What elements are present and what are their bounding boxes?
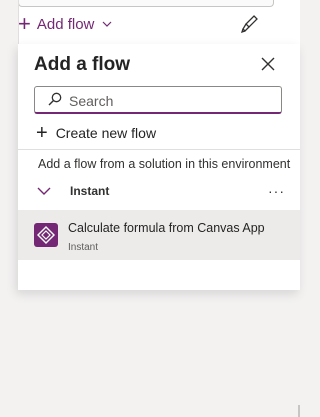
power-apps-icon: [34, 223, 58, 247]
chevron-down-icon: [102, 21, 112, 27]
search-box[interactable]: [34, 86, 282, 114]
flyout-title: Add a flow: [34, 54, 131, 75]
divider: [18, 149, 300, 150]
group-header-instant[interactable]: Instant: [36, 180, 300, 202]
left-panel: [0, 0, 19, 290]
plus-icon: +: [18, 11, 31, 36]
brush-icon[interactable]: [240, 14, 260, 34]
add-flow-button[interactable]: + Add flow: [18, 13, 112, 35]
flow-item[interactable]: Calculate formula from Canvas App Instan…: [18, 210, 300, 417]
create-new-flow-label: Create new flow: [55, 125, 157, 141]
chevron-down-icon: [37, 187, 51, 195]
formula-bar-strip: [18, 0, 274, 7]
more-icon[interactable]: ···: [268, 183, 285, 199]
scrollbar-thumb[interactable]: [298, 405, 300, 417]
close-icon[interactable]: [260, 56, 276, 72]
add-flow-label: Add flow: [36, 15, 95, 33]
search-input[interactable]: [67, 90, 277, 112]
flow-type: Instant: [68, 242, 99, 253]
section-label: Add a flow from a solution in this envir…: [38, 157, 291, 171]
group-label: Instant: [70, 184, 110, 198]
add-flow-flyout: Add a flow + Create new flow Add a flow …: [18, 44, 300, 417]
create-new-flow-button[interactable]: + Create new flow: [36, 122, 156, 144]
plus-icon: +: [36, 122, 48, 144]
flow-name: Calculate formula from Canvas App: [68, 221, 265, 235]
search-icon: [48, 92, 62, 106]
